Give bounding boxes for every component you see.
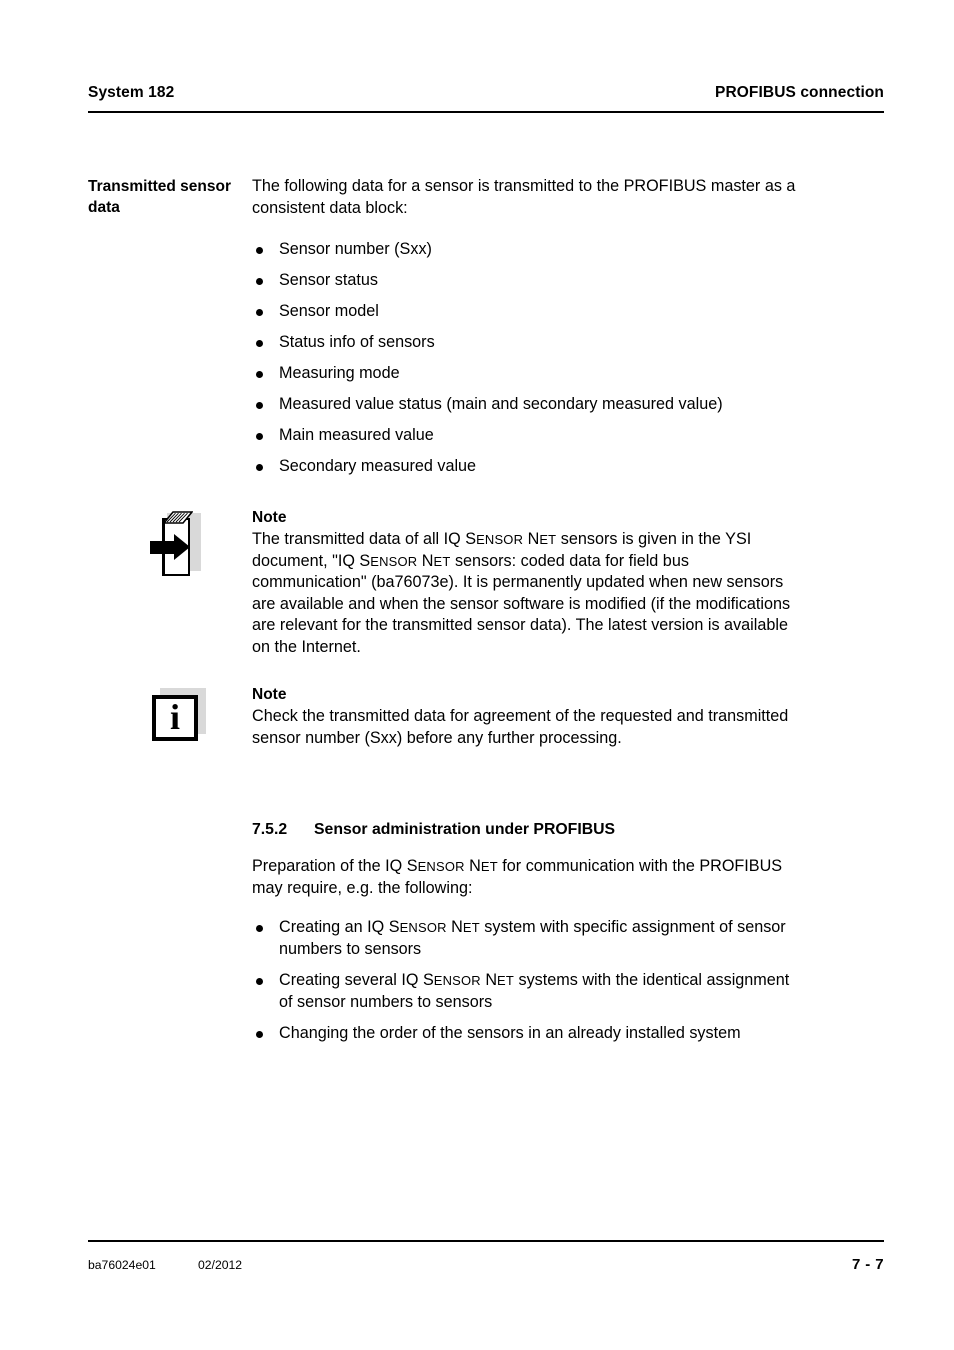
intro-seg: N <box>464 857 481 875</box>
note-block-book: Note The transmitted data of all IQ SENS… <box>0 508 954 658</box>
list-item: Measuring mode <box>252 363 798 385</box>
transmitted-sensor-data-block: Transmitted sensor data The following da… <box>0 176 954 487</box>
note-text-smallcaps: ENSOR <box>476 532 524 547</box>
side-label-transmitted-sensor-data: Transmitted sensor data <box>88 178 231 216</box>
note-text-seg: S <box>359 551 371 570</box>
list-item: Sensor status <box>252 270 798 292</box>
header-divider <box>88 111 884 113</box>
note-title: Note <box>252 686 287 703</box>
list-item: Sensor model <box>252 301 798 323</box>
note-text-smallcaps: ET <box>433 553 451 569</box>
intro-smallcaps: ENSOR <box>417 859 465 874</box>
page-number: 7 - 7 <box>851 1256 884 1273</box>
bullet-seg: S <box>422 971 434 989</box>
note-text-column: Note Check the transmitted data for agre… <box>252 685 798 749</box>
header-right-title: PROFIBUS connection <box>715 84 884 101</box>
info-icon-glyph: i <box>169 697 180 737</box>
list-item: Status info of sensors <box>252 332 798 354</box>
transmitted-intro-paragraph: The following data for a sensor is trans… <box>252 177 796 217</box>
bullet-seg: S <box>388 918 400 936</box>
note-icon-column <box>0 508 252 658</box>
main-text-column: 7.5.2 Sensor administration under PROFIB… <box>252 819 798 1055</box>
margin-label-column <box>0 819 252 1055</box>
note-icon-column: i <box>0 685 252 749</box>
bullet-seg: Changing the order of the sensors in an … <box>279 1024 741 1042</box>
list-item: Creating several IQ SENSOR NET systems w… <box>252 970 798 1013</box>
info-icon: i <box>152 688 210 746</box>
page-footer: ba76024e01 02/2012 7 - 7 <box>88 1256 884 1273</box>
intro-seg: Preparation of the IQ <box>252 857 407 875</box>
section-title: Sensor administration under PROFIBUS <box>314 821 616 838</box>
bullet-seg: Creating several IQ <box>279 971 423 989</box>
footer-divider <box>88 1240 884 1242</box>
section-heading: 7.5.2 Sensor administration under PROFIB… <box>252 819 798 840</box>
note-text-smallcaps: ENSOR <box>370 553 418 569</box>
note-info-paragraph: Check the transmitted data for agreement… <box>252 707 789 747</box>
document-date: 02/2012 <box>198 1258 243 1272</box>
bullet-seg: Creating an IQ <box>279 918 389 936</box>
section-admin-block: 7.5.2 Sensor administration under PROFIB… <box>0 819 954 1055</box>
note-title: Note <box>252 509 287 526</box>
page-content: Transmitted sensor data The following da… <box>0 176 954 1055</box>
note-text-seg: S <box>465 530 477 548</box>
book-pages <box>163 511 193 524</box>
bullet-seg: N <box>480 971 498 989</box>
bullet-smallcaps: ENSOR <box>433 973 481 988</box>
book-arrow-icon <box>150 510 210 582</box>
main-text-column: The following data for a sensor is trans… <box>252 176 798 487</box>
intro-smallcaps: ET <box>480 859 498 874</box>
list-item: Sensor number (Sxx) <box>252 239 798 261</box>
list-item: Secondary measured value <box>252 456 798 478</box>
list-item: Main measured value <box>252 425 798 447</box>
note-text-smallcaps: ET <box>539 532 557 547</box>
section-admin-intro: Preparation of the IQ SENSOR NET for com… <box>252 856 798 899</box>
note-book-paragraph: The transmitted data of all IQ SENSOR NE… <box>252 529 798 658</box>
note-text-seg: N <box>523 530 540 548</box>
bullet-seg: N <box>446 918 463 936</box>
list-item: Creating an IQ SENSOR NET system with sp… <box>252 917 798 960</box>
document-page: System 182 PROFIBUS connection Transmitt… <box>0 0 954 1350</box>
note-text-seg: The transmitted data of all IQ <box>252 530 466 548</box>
list-item: Changing the order of the sensors in an … <box>252 1023 798 1045</box>
list-item: Measured value status (main and secondar… <box>252 394 798 416</box>
page-header: System 182 PROFIBUS connection <box>88 84 884 102</box>
note-text-seg: N <box>417 551 434 570</box>
arrow-shaft <box>150 541 176 554</box>
intro-seg: S <box>406 857 418 875</box>
section-admin-list: Creating an IQ SENSOR NET system with sp… <box>252 917 798 1045</box>
section-number: 7.5.2 <box>252 821 288 838</box>
transmitted-data-list: Sensor number (Sxx) Sensor status Sensor… <box>252 239 798 478</box>
bullet-smallcaps: ET <box>497 973 514 988</box>
bullet-smallcaps: ET <box>462 920 480 935</box>
bullet-smallcaps: ENSOR <box>399 920 447 935</box>
arrow-head <box>174 534 190 560</box>
document-id: ba76024e01 <box>88 1258 156 1272</box>
note-text-column: Note The transmitted data of all IQ SENS… <box>252 508 798 658</box>
header-left-title: System 182 <box>88 84 175 101</box>
note-block-info: i Note Check the transmitted data for ag… <box>0 685 954 749</box>
margin-label-column: Transmitted sensor data <box>0 176 252 487</box>
